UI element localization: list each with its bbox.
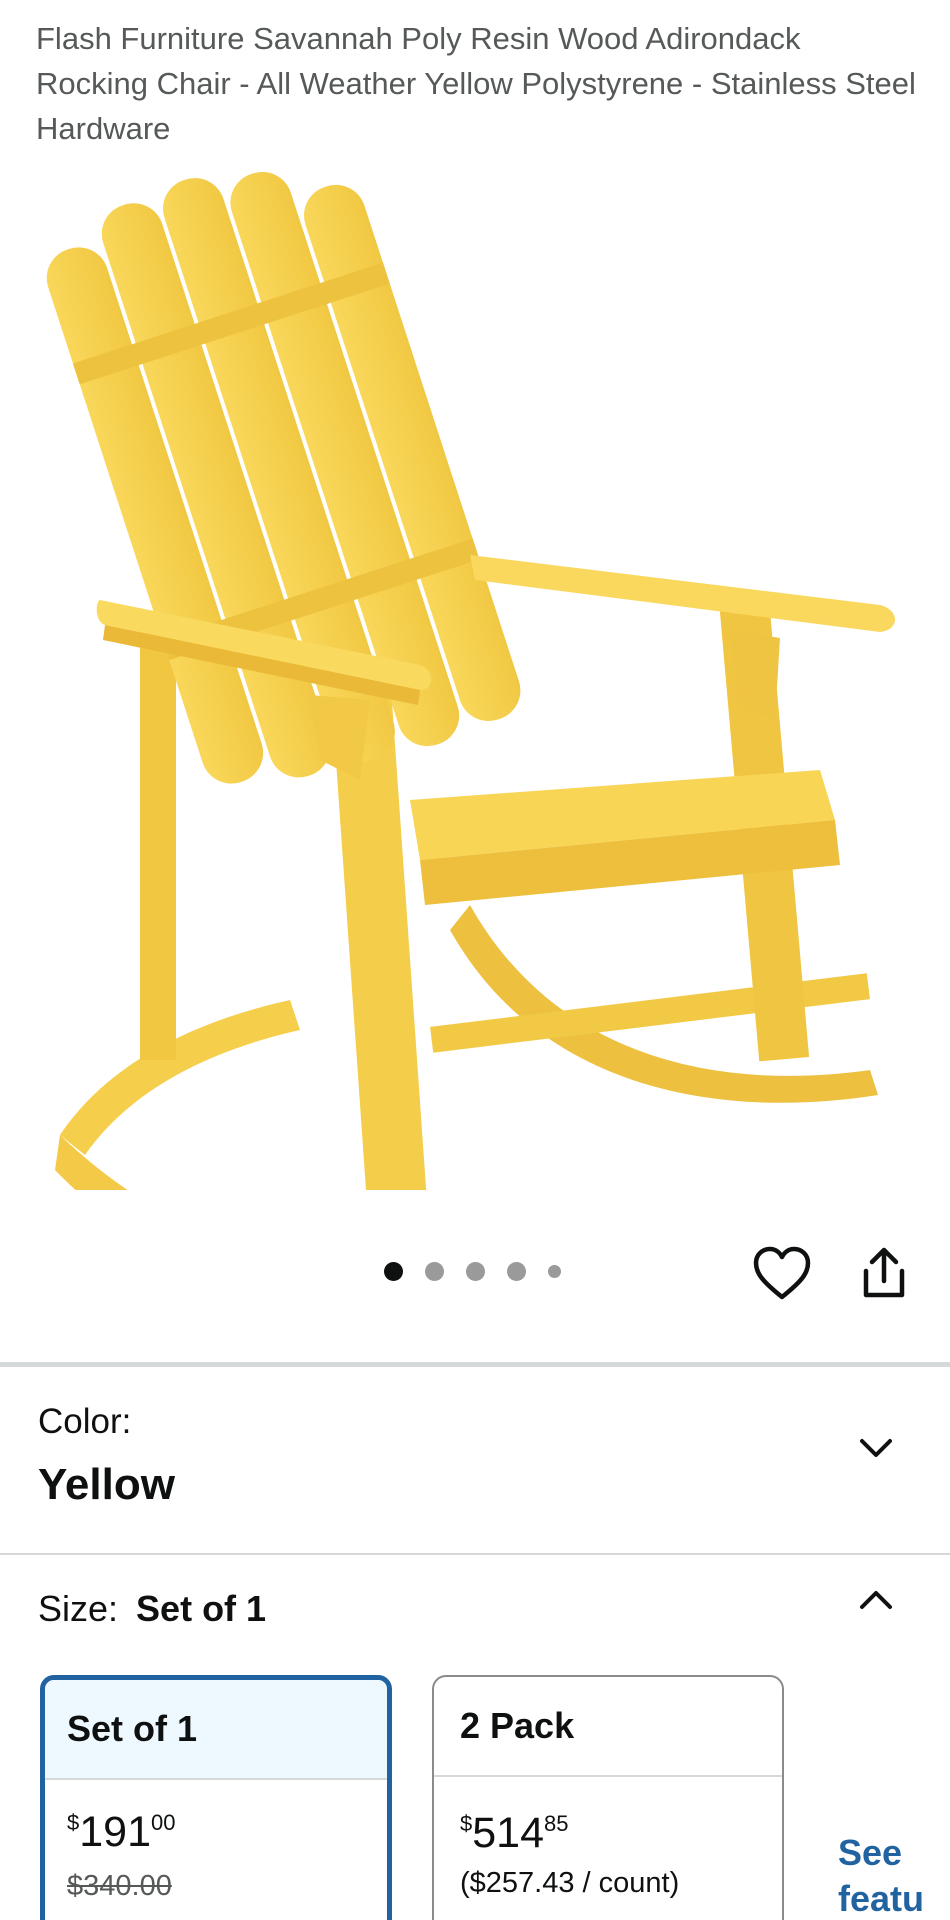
image-carousel-dots[interactable] <box>384 1262 583 1281</box>
price-fraction: 00 <box>151 1810 176 1835</box>
share-icon[interactable] <box>858 1245 910 1301</box>
chevron-up-icon[interactable] <box>856 1580 896 1620</box>
size-option-name: 2 Pack <box>434 1677 782 1777</box>
price-currency: $ <box>67 1810 80 1835</box>
size-option-2-pack[interactable]: 2 Pack $51485 ($257.43 / count) <box>432 1675 784 1920</box>
size-label: Size: <box>38 1588 119 1629</box>
product-title: Flash Furniture Savannah Poly Resin Wood… <box>36 21 916 146</box>
see-more-line: See <box>838 1832 903 1873</box>
carousel-dot[interactable] <box>384 1262 403 1281</box>
price-whole: 191 <box>79 1808 151 1856</box>
carousel-dot[interactable] <box>425 1262 444 1281</box>
chevron-down-icon[interactable] <box>856 1428 896 1468</box>
section-divider <box>0 1553 950 1555</box>
color-value: Yellow <box>38 1460 175 1509</box>
price-currency: $ <box>460 1811 473 1836</box>
heart-icon[interactable] <box>752 1245 812 1303</box>
list-price: $340.00 <box>67 1870 172 1902</box>
product-image[interactable] <box>0 160 950 1190</box>
option-price: $51485 <box>460 1809 568 1858</box>
unit-price: ($257.43 / count) <box>460 1867 680 1899</box>
size-option-name: Set of 1 <box>45 1680 387 1780</box>
section-divider <box>0 1362 950 1367</box>
see-more-link[interactable]: See featu <box>838 1830 924 1920</box>
carousel-dot[interactable] <box>507 1262 526 1281</box>
color-label: Color: <box>38 1402 132 1441</box>
carousel-dot[interactable] <box>466 1262 485 1281</box>
see-more-line: featu <box>838 1878 925 1919</box>
option-price: $19100 <box>67 1808 175 1857</box>
price-fraction: 85 <box>544 1811 569 1836</box>
size-selector-header[interactable]: Size: Set of 1 <box>38 1588 266 1630</box>
size-option-set-of-1[interactable]: Set of 1 $19100 $340.00 <box>40 1675 392 1920</box>
size-selected-value: Set of 1 <box>136 1588 267 1629</box>
carousel-dot[interactable] <box>548 1265 561 1278</box>
price-whole: 514 <box>472 1809 544 1857</box>
